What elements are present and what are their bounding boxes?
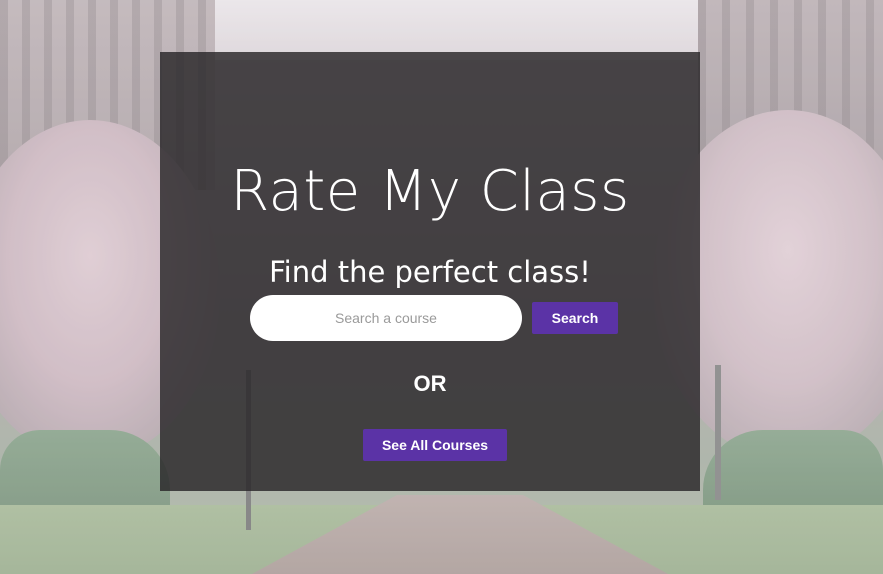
hero-panel: Rate My Class Find the perfect class! Se… (160, 52, 700, 491)
page-subtitle: Find the perfect class! (269, 255, 591, 289)
search-button[interactable]: Search (532, 302, 618, 334)
search-bar: Search (250, 295, 630, 343)
or-divider-label: OR (413, 371, 447, 396)
see-all-courses-button[interactable]: See All Courses (363, 429, 507, 461)
search-input[interactable] (250, 295, 522, 341)
page-title: Rate My Class (230, 159, 630, 224)
